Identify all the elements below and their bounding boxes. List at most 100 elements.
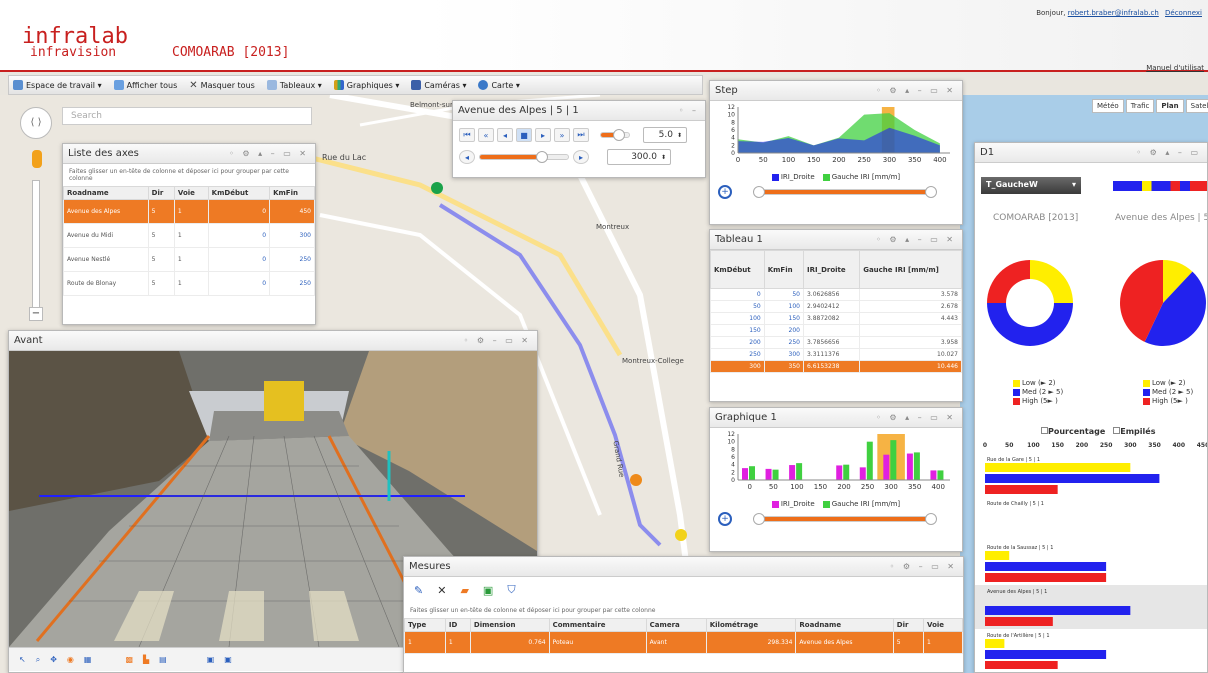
logout-link[interactable]: Déconnexi: [1165, 9, 1202, 17]
col-type[interactable]: Type: [404, 618, 446, 632]
col-kmdebut[interactable]: KmDébut: [710, 250, 765, 289]
speed-input[interactable]: 5.0 ⬍: [643, 127, 687, 143]
measurements-header[interactable]: Mesures ◦ ⚙ – ▭ ✕: [404, 557, 963, 577]
col-dir[interactable]: Dir: [147, 186, 175, 200]
street-view-pegman-icon[interactable]: [32, 150, 42, 168]
col-kilometrage[interactable]: Kilométrage: [705, 618, 797, 632]
panel-window-controls[interactable]: ◦ ⚙ ▴ – ▭: [1136, 148, 1201, 157]
edit-icon[interactable]: ✎: [414, 584, 423, 597]
export-excel-icon[interactable]: ▣: [483, 584, 493, 597]
zoom-in-icon[interactable]: +: [718, 512, 732, 526]
table-row[interactable]: 150 200: [710, 324, 962, 337]
table-row[interactable]: Avenue Nestlé 5 1 0 250: [63, 247, 315, 272]
tables-menu[interactable]: Tableaux ▾: [266, 80, 322, 90]
range-slider[interactable]: [753, 513, 937, 525]
folder-icon[interactable]: ▰: [460, 584, 468, 597]
ruler-icon[interactable]: ▙: [143, 655, 149, 664]
panel-window-controls[interactable]: ◦ –: [679, 106, 699, 115]
map-type-trafic[interactable]: Trafic: [1125, 99, 1155, 113]
zoom-in-icon[interactable]: +: [718, 185, 732, 199]
chart1-header[interactable]: Graphique 1 ◦ ⚙ ▴ – ▭ ✕: [710, 408, 962, 428]
table-row[interactable]: 200 250 3.7856656 3.958: [710, 336, 962, 349]
stacked-checkbox[interactable]: Empilés: [1113, 427, 1155, 436]
fast-forward-button[interactable]: »: [554, 128, 570, 142]
col-roadname[interactable]: Roadname: [795, 618, 894, 632]
table-row[interactable]: 0 50 3.0626856 3.578: [710, 288, 962, 301]
col-voie[interactable]: Voie: [173, 186, 209, 200]
range-slider[interactable]: [753, 186, 937, 198]
table-row[interactable]: 1 1 0.764 Poteau Avant 298.334 Avenue de…: [404, 631, 963, 654]
panel-window-controls[interactable]: ◦ ⚙ ▴ – ▭ ✕: [876, 86, 956, 95]
filter-icon[interactable]: ⛉: [507, 583, 515, 597]
d1-header[interactable]: D1 ◦ ⚙ ▴ – ▭: [975, 143, 1207, 163]
next-button[interactable]: ▸: [573, 150, 589, 164]
zoom-out-button[interactable]: −: [29, 307, 43, 321]
user-email-link[interactable]: robert.braber@infralab.ch: [1068, 9, 1159, 17]
table-row[interactable]: 50 100 2.9402412 2.678: [710, 300, 962, 313]
panel-window-controls[interactable]: ◦ ⚙ – ▭ ✕: [464, 336, 531, 345]
panel-window-controls[interactable]: ◦ ⚙ – ▭ ✕: [890, 562, 957, 571]
pointer-icon[interactable]: ↖: [19, 655, 26, 664]
zoom-slider[interactable]: [32, 180, 40, 320]
video-control-header[interactable]: Avenue des Alpes | 5 | 1 ◦ –: [453, 101, 705, 121]
list-icon[interactable]: ▤: [159, 655, 167, 664]
front-camera-header[interactable]: Avant ◦ ⚙ – ▭ ✕: [9, 331, 537, 351]
delete-icon[interactable]: ✕: [437, 584, 446, 597]
grid-icon[interactable]: ▦: [84, 655, 92, 664]
col-voie[interactable]: Voie: [923, 618, 963, 632]
position-input[interactable]: 300.0 ⬍: [607, 149, 671, 165]
map-search-box[interactable]: Search: [62, 107, 312, 125]
panel-window-controls[interactable]: ◦ ⚙ ▴ – ▭ ✕: [229, 149, 309, 158]
percent-checkbox[interactable]: Pourcentage: [1041, 427, 1105, 436]
zoom-icon[interactable]: ⌕: [36, 655, 40, 665]
rewind-button[interactable]: «: [478, 128, 494, 142]
col-kmfin[interactable]: KmFin: [763, 250, 804, 289]
workspace-menu[interactable]: Espace de travail ▾: [13, 80, 102, 90]
col-camera[interactable]: Camera: [645, 618, 707, 632]
import-icon[interactable]: ▣: [224, 655, 232, 664]
table-row[interactable]: Avenue du Midi 5 1 0 300: [63, 223, 315, 248]
map-menu[interactable]: Carte ▾: [478, 80, 520, 90]
manual-link[interactable]: Manuel d'utilisat: [1146, 64, 1204, 72]
col-id[interactable]: ID: [444, 618, 471, 632]
map-type-meteo[interactable]: Météo: [1092, 99, 1124, 113]
table-row[interactable]: Route de Blonay 5 1 0 250: [63, 271, 315, 296]
col-dir[interactable]: Dir: [892, 618, 925, 632]
map-type-satellite[interactable]: Satelli: [1185, 99, 1208, 113]
panel-window-controls[interactable]: ◦ ⚙ ▴ – ▭ ✕: [876, 235, 956, 244]
stop-button[interactable]: ■: [516, 128, 532, 142]
prev-button[interactable]: ◂: [459, 150, 475, 164]
table-row[interactable]: 300 350 6.6153238 10.446: [710, 360, 962, 373]
charts-menu[interactable]: Graphiques ▾: [333, 80, 399, 90]
col-dimension[interactable]: Dimension: [469, 618, 550, 632]
col-roadname[interactable]: Roadname: [63, 186, 149, 200]
step-chart-header[interactable]: Step ◦ ⚙ ▴ – ▭ ✕: [710, 81, 962, 101]
hide-all-button[interactable]: ✕ Masquer tous: [189, 80, 255, 91]
col-iri-droite[interactable]: IRI_Droite: [802, 250, 861, 289]
position-slider[interactable]: [479, 151, 569, 163]
first-frame-button[interactable]: ⏮: [459, 128, 475, 142]
col-kmdebut[interactable]: KmDébut: [207, 186, 271, 200]
table1-header[interactable]: Tableau 1 ◦ ⚙ ▴ – ▭ ✕: [710, 230, 962, 250]
table-row[interactable]: 250 300 3.3111376 10.027: [710, 348, 962, 361]
overlay-icon[interactable]: ▩: [125, 655, 133, 664]
position-strip[interactable]: [1113, 181, 1207, 191]
speed-slider[interactable]: [600, 129, 630, 141]
axes-list-header[interactable]: Liste des axes ◦ ⚙ ▴ – ▭ ✕: [63, 144, 315, 164]
pan-control[interactable]: ⟨ ⟩: [20, 107, 52, 139]
col-iri-gauche[interactable]: Gauche IRI [mm/m]: [859, 250, 962, 289]
export-icon[interactable]: ▣: [207, 655, 215, 664]
cameras-menu[interactable]: Caméras ▾: [411, 80, 466, 90]
step-forward-button[interactable]: ▸: [535, 128, 551, 142]
table-row[interactable]: Avenue des Alpes 5 1 0 450: [63, 199, 315, 224]
show-all-button[interactable]: Afficher tous: [113, 80, 177, 90]
map-type-plan[interactable]: Plan: [1156, 99, 1184, 113]
step-back-button[interactable]: ◂: [497, 128, 513, 142]
panel-window-controls[interactable]: ◦ ⚙ ▴ – ▭ ✕: [876, 413, 956, 422]
col-kmfin[interactable]: KmFin: [269, 186, 315, 200]
last-frame-button[interactable]: ⏭: [573, 128, 589, 142]
variable-select[interactable]: T_GaucheW ▾: [981, 177, 1081, 194]
col-commentaire[interactable]: Commentaire: [548, 618, 647, 632]
measure-icon[interactable]: ◉: [67, 655, 74, 664]
pan-icon[interactable]: ✥: [50, 655, 57, 664]
